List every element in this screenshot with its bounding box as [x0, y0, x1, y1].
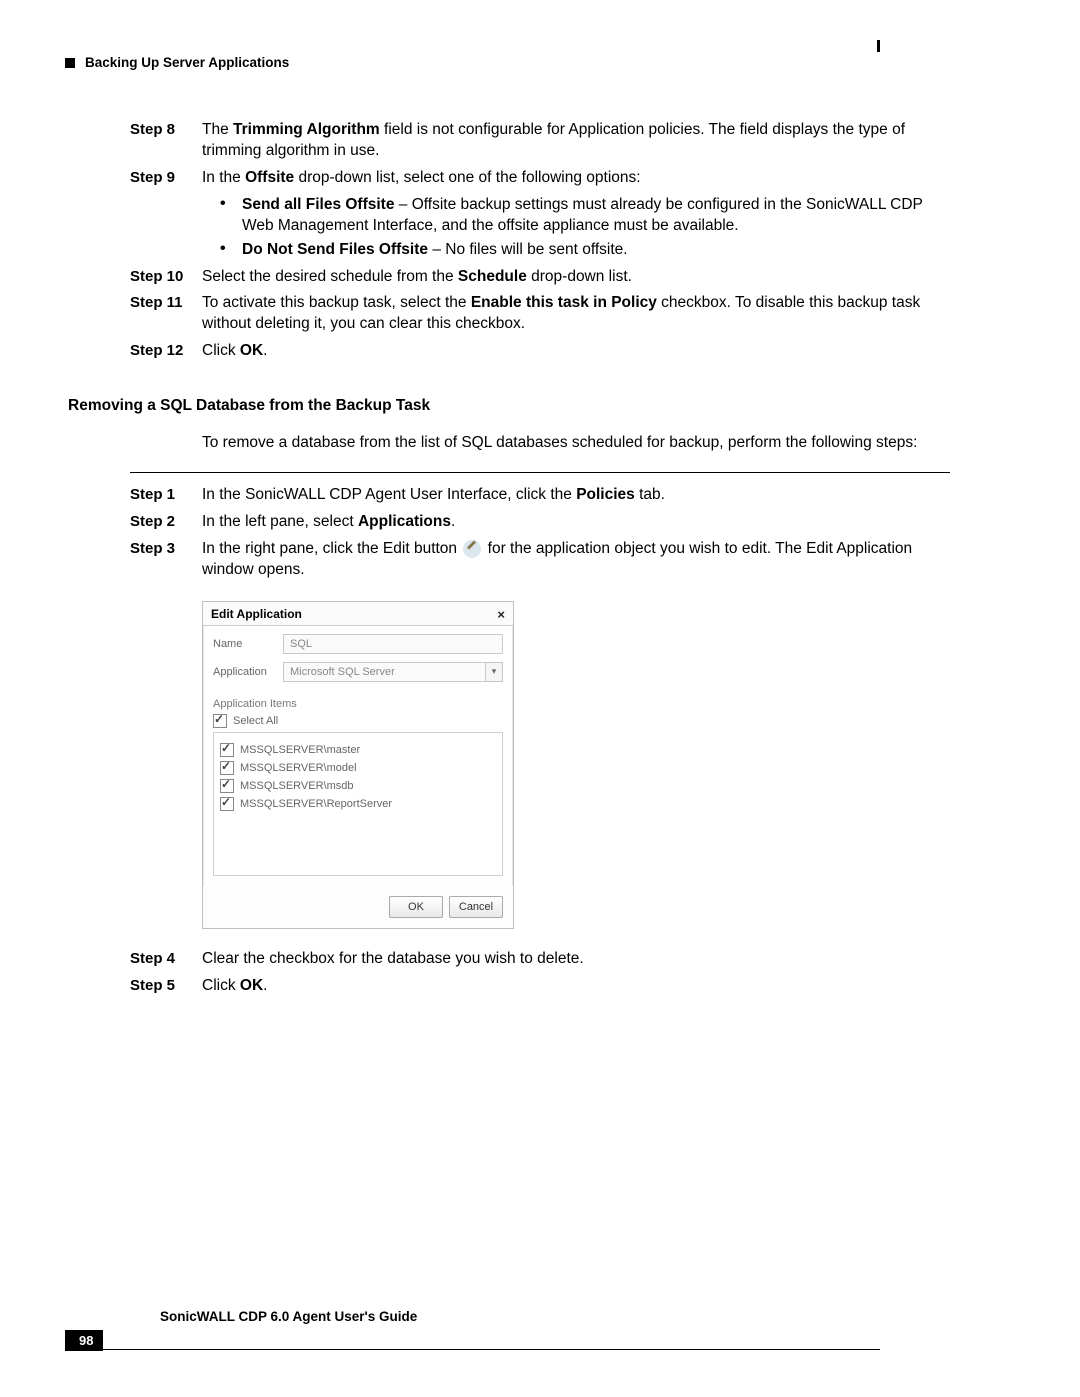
database-name: MSSQLSERVER\ReportServer: [240, 798, 392, 810]
step-row: Step 5 Click OK.: [130, 976, 950, 997]
step-text: In the right pane, click the Edit button…: [202, 539, 950, 581]
application-items-label: Application Items: [213, 698, 503, 710]
step-row: Step 3 In the right pane, click the Edit…: [130, 539, 950, 581]
page-content: Step 8 The Trimming Algorithm field is n…: [130, 120, 950, 1003]
database-name: MSSQLSERVER\msdb: [240, 780, 354, 792]
database-name: MSSQLSERVER\master: [240, 744, 360, 756]
step-label: Step 9: [130, 168, 202, 189]
list-item[interactable]: MSSQLSERVER\master: [220, 743, 496, 757]
guide-title: SonicWALL CDP 6.0 Agent User's Guide: [160, 1309, 1080, 1324]
step-text: Select the desired schedule from the Sch…: [202, 267, 950, 288]
name-input[interactable]: SQL: [283, 634, 503, 654]
application-label: Application: [213, 666, 283, 678]
step-row: Step 10 Select the desired schedule from…: [130, 267, 950, 288]
step-row: Step 11 To activate this backup task, se…: [130, 293, 950, 335]
step-row: Step 9 In the Offsite drop-down list, se…: [130, 168, 950, 189]
bullet-row: • Do Not Send Files Offsite – No files w…: [220, 240, 950, 261]
list-item[interactable]: MSSQLSERVER\model: [220, 761, 496, 775]
step-row: Step 8 The Trimming Algorithm field is n…: [130, 120, 950, 162]
list-item[interactable]: MSSQLSERVER\ReportServer: [220, 797, 496, 811]
chevron-down-icon[interactable]: ▾: [485, 662, 503, 682]
step-text: In the SonicWALL CDP Agent User Interfac…: [202, 485, 950, 506]
database-name: MSSQLSERVER\model: [240, 762, 357, 774]
step-row: Step 4 Clear the checkbox for the databa…: [130, 949, 950, 970]
bullet-dot-icon: •: [220, 240, 242, 261]
ok-button[interactable]: OK: [389, 896, 443, 918]
step-row: Step 12 Click OK.: [130, 341, 950, 362]
step-label: Step 10: [130, 267, 202, 288]
checkbox-icon[interactable]: [220, 797, 234, 811]
step-label: Step 2: [130, 512, 202, 533]
application-value: Microsoft SQL Server: [283, 662, 485, 682]
section-heading: Removing a SQL Database from the Backup …: [68, 397, 950, 415]
dialog-title: Edit Application: [211, 607, 302, 621]
name-label: Name: [213, 638, 283, 650]
step-label: Step 4: [130, 949, 202, 970]
step-label: Step 3: [130, 539, 202, 581]
page-marker: [877, 40, 880, 52]
checkbox-icon[interactable]: [220, 743, 234, 757]
bullet-text: Send all Files Offsite – Offsite backup …: [242, 195, 950, 237]
edit-application-dialog: Edit Application × Name SQL Application …: [202, 601, 514, 929]
header-title: Backing Up Server Applications: [85, 55, 289, 70]
step-label: Step 5: [130, 976, 202, 997]
application-dropdown[interactable]: Microsoft SQL Server ▾: [283, 662, 503, 682]
step-row: Step 1 In the SonicWALL CDP Agent User I…: [130, 485, 950, 506]
step-label: Step 11: [130, 293, 202, 335]
edit-icon: [463, 540, 481, 558]
step-label: Step 1: [130, 485, 202, 506]
header-square-icon: [65, 58, 75, 68]
divider: [130, 472, 950, 473]
page-header: Backing Up Server Applications: [65, 55, 289, 70]
step-label: Step 8: [130, 120, 202, 162]
step-row: Step 2 In the left pane, select Applicat…: [130, 512, 950, 533]
step-text: Click OK.: [202, 341, 950, 362]
select-all-label: Select All: [233, 715, 278, 727]
step-text: Clear the checkbox for the database you …: [202, 949, 950, 970]
footer-rule: [103, 1349, 880, 1350]
database-list: MSSQLSERVER\master MSSQLSERVER\model MSS…: [213, 732, 503, 876]
list-item[interactable]: MSSQLSERVER\msdb: [220, 779, 496, 793]
section-intro: To remove a database from the list of SQ…: [202, 433, 950, 454]
checkbox-icon[interactable]: [213, 714, 227, 728]
step-text: The Trimming Algorithm field is not conf…: [202, 120, 950, 162]
step-text: In the left pane, select Applications.: [202, 512, 950, 533]
step-label: Step 12: [130, 341, 202, 362]
close-icon[interactable]: ×: [497, 607, 505, 622]
step-text: Click OK.: [202, 976, 950, 997]
step-text: To activate this backup task, select the…: [202, 293, 950, 335]
bullet-dot-icon: •: [220, 195, 242, 237]
page-number: 98: [65, 1330, 103, 1351]
step-text: In the Offsite drop-down list, select on…: [202, 168, 950, 189]
select-all-row[interactable]: Select All: [213, 714, 503, 728]
checkbox-icon[interactable]: [220, 779, 234, 793]
checkbox-icon[interactable]: [220, 761, 234, 775]
bullet-text: Do Not Send Files Offsite – No files wil…: [242, 240, 950, 261]
bullet-row: • Send all Files Offsite – Offsite backu…: [220, 195, 950, 237]
page-footer: SonicWALL CDP 6.0 Agent User's Guide 98: [65, 1309, 1080, 1351]
cancel-button[interactable]: Cancel: [449, 896, 503, 918]
dialog-titlebar: Edit Application ×: [203, 602, 513, 626]
